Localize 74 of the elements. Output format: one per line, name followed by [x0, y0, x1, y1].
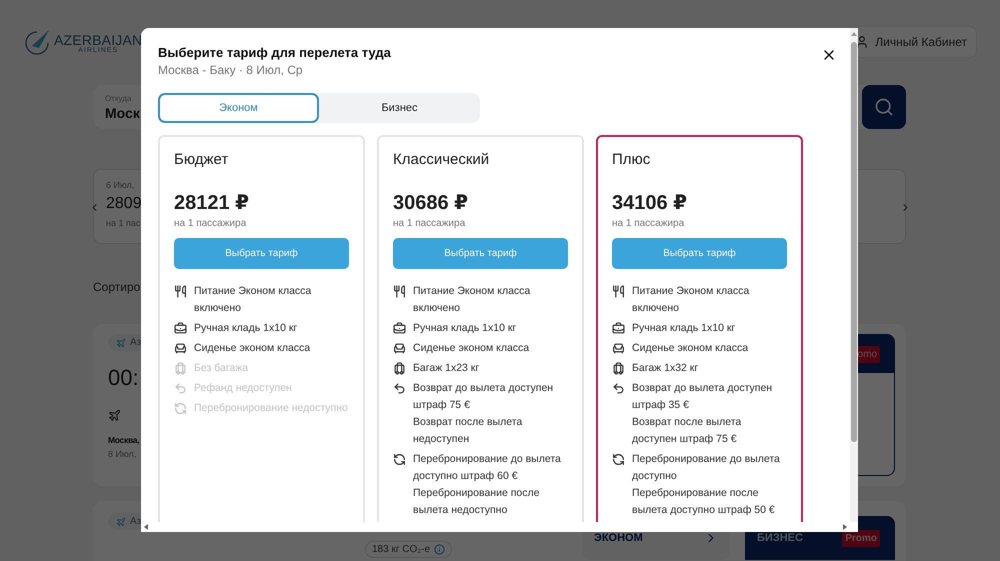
- scroll-right-icon: [843, 524, 847, 530]
- search-icon: [874, 97, 894, 117]
- choose-fare-button[interactable]: Выбрать тариф: [174, 238, 349, 269]
- refresh-icon: [174, 402, 187, 415]
- fare-name: Плюс: [612, 151, 652, 168]
- return-arrow-icon: [174, 382, 187, 395]
- luggage-icon: [174, 362, 187, 375]
- fare-name: Классический: [393, 151, 490, 168]
- dialog-subtitle: Москва - Баку · 8 Июл, Ср: [158, 63, 304, 77]
- price-note: на 1 пассажира: [612, 218, 686, 229]
- seat-icon: [393, 342, 406, 355]
- feature-text: Перебронирование до вылета доступно штраф 60 €: [413, 452, 562, 484]
- dialog-title: Выберите тариф для перелета туда: [158, 45, 391, 60]
- search-button[interactable]: [862, 85, 906, 129]
- luggage-icon: [393, 362, 406, 375]
- refresh-icon: [612, 453, 625, 466]
- price-note: на 1 пассажира: [393, 218, 466, 229]
- fare-price: 30686 ₽: [393, 191, 470, 215]
- plane-icon: [108, 409, 121, 422]
- feature-text: Возврат до вылета доступен штраф 75 €: [413, 381, 554, 413]
- feature-text: Возврат до вылета доступен штраф 35 €: [632, 381, 774, 413]
- return-arrow-icon: [393, 382, 406, 395]
- from-value: Моск: [105, 104, 140, 120]
- class-tab[interactable]: Эконом: [158, 93, 319, 123]
- user-icon: [855, 35, 870, 49]
- return-arrow-icon: [612, 382, 625, 395]
- fare-price: 28121 ₽: [174, 191, 250, 215]
- feature-text: Перебронирование после вылета недоступно: [413, 486, 540, 518]
- feature-text: Сиденье эконом класса: [194, 341, 312, 356]
- plane-icon: [116, 516, 126, 526]
- utensils-icon: [612, 285, 625, 298]
- luggage-icon: [612, 362, 625, 375]
- sort-label: Сортиро: [93, 280, 140, 294]
- feature-text: Ручная кладь 1x10 кг: [413, 321, 518, 336]
- feature-text: Перебронирование недоступно: [194, 401, 349, 416]
- city-text: Москва,: [108, 435, 140, 445]
- feature-text: Сиденье эконом класса: [632, 341, 750, 356]
- choose-fare-button[interactable]: Выбрать тариф: [612, 238, 787, 269]
- choose-fare-button[interactable]: Выбрать тариф: [393, 238, 568, 269]
- feature-text: Ручная кладь 1x10 кг: [632, 321, 736, 336]
- feature-text: Сиденье эконом класса: [413, 341, 530, 356]
- departure-time: 00:: [108, 365, 139, 391]
- logo-text: AZERBAIJAN: [54, 32, 142, 46]
- fare-price: 34106 ₽: [612, 191, 688, 215]
- briefcase-icon: [174, 322, 187, 335]
- info-icon: [434, 544, 446, 555]
- feature-text: Перебронирование после вылета доступно штраф 50 €: [632, 486, 776, 518]
- feature-text: Возврат после вылета доступен штраф 75 €: [632, 415, 742, 447]
- scroll-up-icon: [851, 32, 857, 36]
- plane-icon: [116, 338, 126, 348]
- briefcase-icon: [393, 322, 406, 335]
- price-note: на 1 пассажира: [174, 218, 248, 229]
- utensils-icon: [174, 285, 187, 298]
- refresh-icon: [393, 453, 406, 466]
- fare-name: Бюджет: [174, 151, 230, 168]
- emission-tag: 183 кг CO₂-e: [365, 541, 452, 558]
- promo-badge: Promo: [842, 530, 880, 546]
- feature-text: Без багажа: [194, 361, 250, 376]
- seat-icon: [174, 342, 187, 355]
- class-tab[interactable]: Бизнес: [319, 93, 480, 123]
- feature-text: Питание Эконом класса включено: [194, 284, 312, 316]
- utensils-icon: [393, 285, 406, 298]
- feature-text: Багаж 1x23 кг: [413, 361, 480, 376]
- scroll-left-icon: [144, 524, 148, 530]
- date-price: 2809: [106, 195, 142, 213]
- feature-text: Багаж 1x32 кг: [632, 361, 700, 376]
- feature-text: Перебронирование до вылета доступно: [632, 452, 781, 484]
- feature-text: Ручная кладь 1x10 кг: [194, 321, 298, 336]
- feature-text: Питание Эконом класса включено: [413, 284, 532, 316]
- feature-text: Рефанд недоступен: [194, 381, 293, 396]
- briefcase-icon: [612, 322, 625, 335]
- feature-text: Возврат после вылета недоступен: [413, 415, 524, 447]
- feature-text: Питание Эконом класса включено: [632, 284, 750, 316]
- seat-icon: [612, 342, 625, 355]
